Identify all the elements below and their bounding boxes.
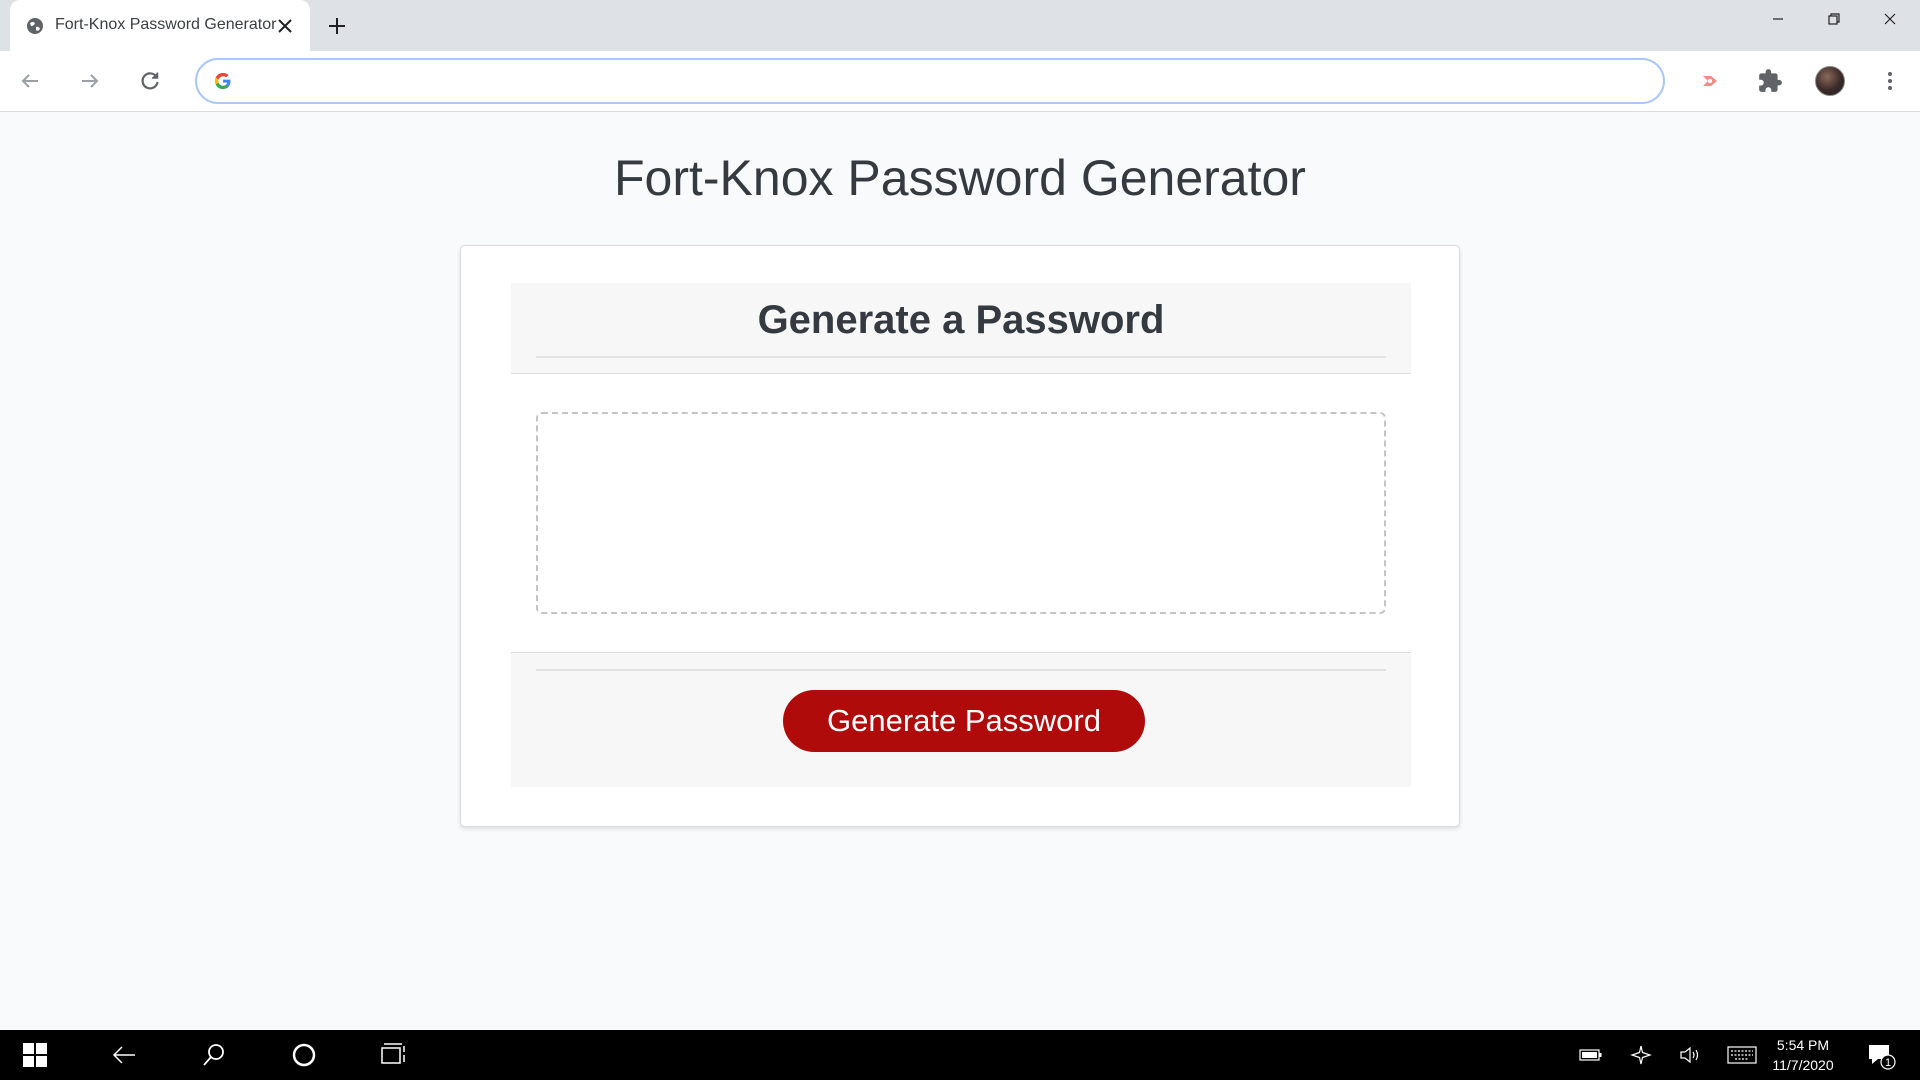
close-window-icon bbox=[1884, 13, 1896, 25]
search-button[interactable] bbox=[198, 1039, 230, 1071]
page-content: Fort-Knox Password Generator Generate a … bbox=[0, 113, 1920, 1030]
speaker-icon bbox=[1680, 1046, 1699, 1064]
address-bar[interactable] bbox=[195, 58, 1665, 104]
cortana-circle-icon bbox=[292, 1043, 316, 1067]
clock-date: 11/7/2020 bbox=[1772, 1057, 1834, 1073]
header-divider bbox=[536, 356, 1386, 358]
cast-extension-icon bbox=[1703, 76, 1717, 86]
browser-tab[interactable]: Fort-Knox Password Generator bbox=[10, 0, 310, 51]
airplane-icon bbox=[1630, 1045, 1652, 1065]
card-footer: Generate Password bbox=[511, 652, 1411, 787]
volume-tray[interactable] bbox=[1677, 1044, 1703, 1066]
tab-title: Fort-Knox Password Generator bbox=[55, 16, 277, 33]
card-header: Generate a Password bbox=[511, 283, 1411, 374]
google-icon bbox=[214, 73, 231, 89]
restore-button[interactable] bbox=[1806, 0, 1862, 38]
task-view-button[interactable] bbox=[378, 1039, 410, 1071]
back-button[interactable] bbox=[14, 65, 46, 97]
notification-icon: 1 bbox=[1869, 1045, 1896, 1070]
airplane-mode-tray[interactable] bbox=[1628, 1044, 1654, 1066]
arrow-right-icon bbox=[82, 74, 99, 88]
close-window-button[interactable] bbox=[1862, 0, 1918, 38]
arrow-left-icon bbox=[112, 1046, 135, 1064]
footer-divider bbox=[536, 669, 1386, 671]
more-vertical-icon bbox=[1888, 72, 1892, 90]
minimize-icon bbox=[1773, 18, 1783, 20]
extension-cast-button[interactable] bbox=[1694, 65, 1726, 97]
browser-toolbar bbox=[0, 51, 1920, 112]
profile-avatar[interactable] bbox=[1815, 66, 1845, 96]
clock-time: 5:54 PM bbox=[1776, 1037, 1830, 1053]
forward-button[interactable] bbox=[74, 65, 106, 97]
taskbar-back-button[interactable] bbox=[108, 1039, 140, 1071]
new-tab-icon[interactable] bbox=[324, 13, 350, 39]
action-center-button[interactable]: 1 bbox=[1866, 1041, 1896, 1071]
windows-logo-icon bbox=[23, 1043, 47, 1067]
card-header-title: Generate a Password bbox=[757, 298, 1165, 342]
arrow-left-icon bbox=[21, 74, 38, 88]
address-input[interactable] bbox=[245, 66, 1645, 96]
password-card: Generate a Password Generate Password bbox=[460, 245, 1460, 827]
puzzle-icon bbox=[1759, 69, 1782, 92]
page-title: Fort-Knox Password Generator bbox=[614, 150, 1306, 206]
password-output[interactable] bbox=[536, 412, 1386, 614]
battery-tray[interactable] bbox=[1578, 1044, 1604, 1066]
task-view-icon bbox=[381, 1043, 405, 1064]
reload-button[interactable] bbox=[134, 65, 166, 97]
touch-keyboard-tray[interactable] bbox=[1726, 1044, 1758, 1066]
globe-icon bbox=[27, 18, 43, 34]
restore-icon bbox=[1828, 13, 1840, 25]
search-icon bbox=[203, 1044, 224, 1066]
minimize-button[interactable] bbox=[1750, 0, 1806, 38]
reload-icon bbox=[141, 72, 159, 90]
cortana-button[interactable] bbox=[288, 1039, 320, 1071]
system-clock[interactable]: 5:54 PM 11/7/2020 bbox=[1768, 1035, 1838, 1075]
close-tab-icon[interactable] bbox=[274, 15, 296, 37]
battery-icon bbox=[1579, 1049, 1602, 1061]
windows-taskbar: 5:54 PM 11/7/2020 1 bbox=[0, 1030, 1920, 1080]
generate-password-button[interactable]: Generate Password bbox=[783, 690, 1145, 752]
extensions-button[interactable] bbox=[1754, 65, 1786, 97]
tab-strip: Fort-Knox Password Generator bbox=[0, 0, 1920, 51]
notification-count: 1 bbox=[1885, 1057, 1891, 1069]
keyboard-icon bbox=[1727, 1046, 1757, 1064]
start-button[interactable] bbox=[19, 1039, 51, 1071]
browser-menu-button[interactable] bbox=[1874, 65, 1906, 97]
